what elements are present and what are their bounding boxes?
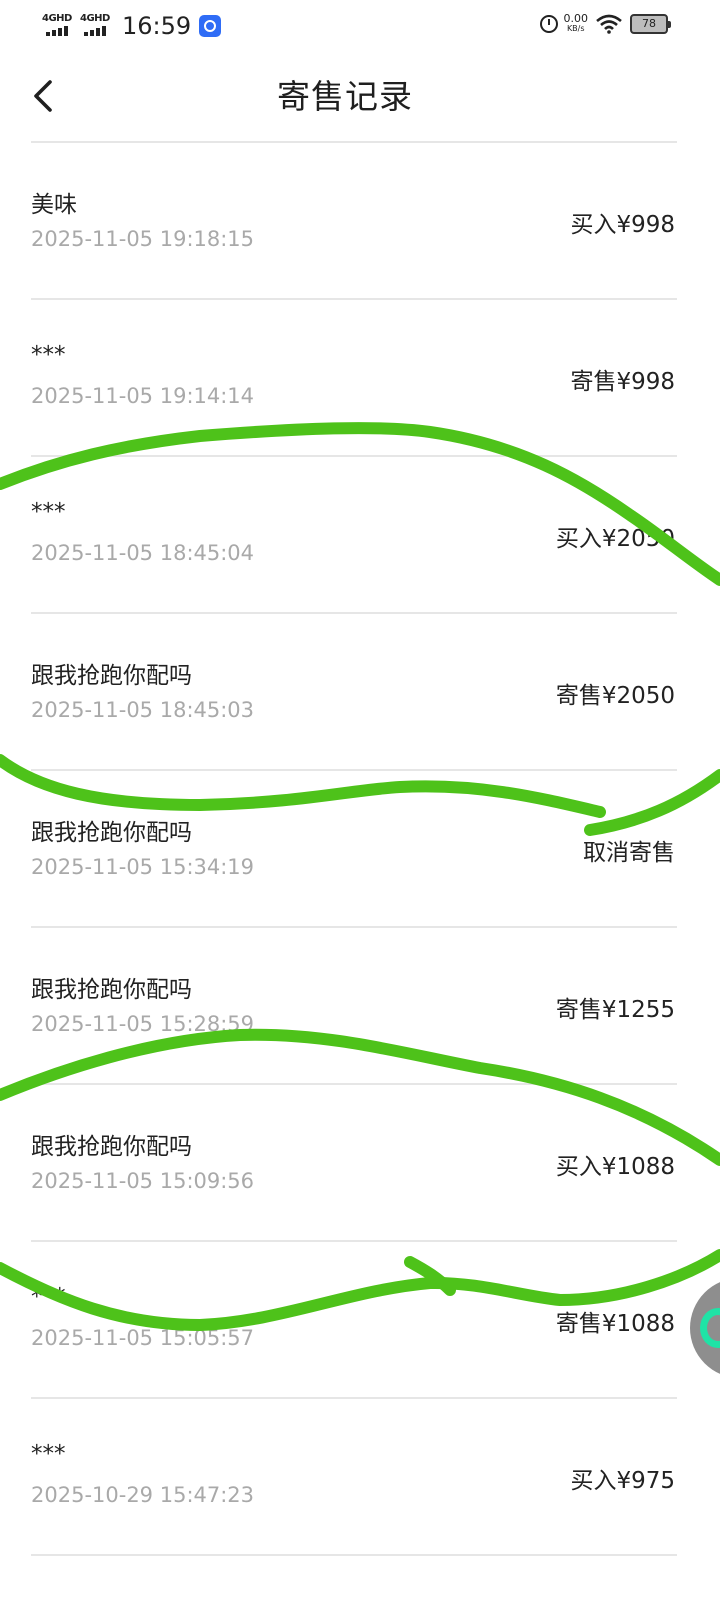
status-bar: 4GHD 4GHD 16:59 0.00 KB/s 78 [0, 0, 720, 56]
screen: 4GHD 4GHD 16:59 0.00 KB/s 78 寄售记录 美味 202… [0, 0, 720, 1600]
record-name: 跟我抢跑你配吗 [31, 977, 192, 1003]
record-amount: 寄售¥1255 [555, 997, 675, 1023]
battery-level: 78 [642, 17, 656, 30]
record-name: 跟我抢跑你配吗 [31, 820, 192, 846]
record-time: 2025-11-05 15:34:19 [31, 855, 255, 879]
alarm-clock-icon [539, 15, 558, 33]
network-type-2: 4GHD [80, 13, 110, 24]
signal-bars-icon: 4GHD [42, 12, 78, 40]
record-row[interactable]: 跟我抢跑你配吗 2025-11-05 15:09:56 买入¥1088 [0, 1085, 720, 1242]
cancel-consignment-label: 取消寄售 [583, 840, 675, 866]
record-row[interactable]: *** 2025-11-05 19:14:14 寄售¥998 [0, 300, 720, 457]
record-time: 2025-10-29 15:47:23 [31, 1483, 255, 1507]
record-name: 跟我抢跑你配吗 [31, 1134, 192, 1160]
record-row[interactable]: 跟我抢跑你配吗 2025-11-05 15:34:19 取消寄售 [0, 771, 720, 928]
assistant-ring-icon [700, 1308, 720, 1348]
record-name: 跟我抢跑你配吗 [31, 663, 192, 689]
record-row[interactable]: 跟我抢跑你配吗 2025-11-05 15:28:59 寄售¥1255 [0, 928, 720, 1085]
network-speed-value: 0.00 [563, 12, 589, 25]
page-title: 寄售记录 [277, 77, 413, 116]
status-time: 16:59 [122, 12, 192, 40]
record-time: 2025-11-05 19:14:14 [31, 384, 255, 408]
record-name: *** [31, 342, 66, 368]
record-time: 2025-11-05 19:18:15 [31, 227, 255, 251]
record-row[interactable]: *** 2025-11-05 18:45:04 买入¥2050 [0, 457, 720, 614]
page-header: 寄售记录 [0, 56, 720, 142]
record-time: 2025-11-05 18:45:04 [31, 541, 255, 565]
battery-icon: 78 [630, 14, 671, 34]
record-row[interactable]: 美味 2025-11-05 19:18:15 买入¥998 [0, 143, 720, 300]
record-name: *** [31, 1284, 66, 1310]
record-list: 美味 2025-11-05 19:18:15 买入¥998 *** 2025-1… [0, 143, 720, 1556]
network-speed: 0.00 KB/s [563, 12, 589, 34]
record-name: *** [31, 1441, 66, 1467]
network-speed-unit: KB/s [566, 24, 585, 33]
record-amount: 买入¥1088 [555, 1154, 675, 1180]
signal-bars-icon: 4GHD [80, 12, 116, 40]
record-amount: 买入¥2050 [555, 526, 675, 552]
network-type-1: 4GHD [42, 13, 72, 24]
record-time: 2025-11-05 15:05:57 [31, 1326, 255, 1350]
record-name: 美味 [31, 192, 77, 218]
record-name: *** [31, 499, 66, 525]
record-amount: 买入¥975 [570, 1468, 675, 1494]
record-time: 2025-11-05 15:09:56 [31, 1169, 255, 1193]
record-amount: 寄售¥1088 [555, 1311, 675, 1337]
record-time: 2025-11-05 15:28:59 [31, 1012, 255, 1036]
status-right: 0.00 KB/s 78 [539, 12, 671, 34]
record-row[interactable]: *** 2025-11-05 15:05:57 寄售¥1088 [0, 1242, 720, 1399]
record-amount: 买入¥998 [570, 212, 675, 238]
status-left: 4GHD 4GHD 16:59 [42, 12, 222, 40]
record-row[interactable]: *** 2025-10-29 15:47:23 买入¥975 [0, 1399, 720, 1556]
wifi-icon [596, 14, 622, 34]
record-row[interactable]: 跟我抢跑你配吗 2025-11-05 18:45:03 寄售¥2050 [0, 614, 720, 771]
record-time: 2025-11-05 18:45:03 [31, 698, 255, 722]
record-amount: 寄售¥2050 [555, 683, 675, 709]
app-badge-icon [199, 15, 222, 37]
record-amount: 寄售¥998 [570, 369, 675, 395]
